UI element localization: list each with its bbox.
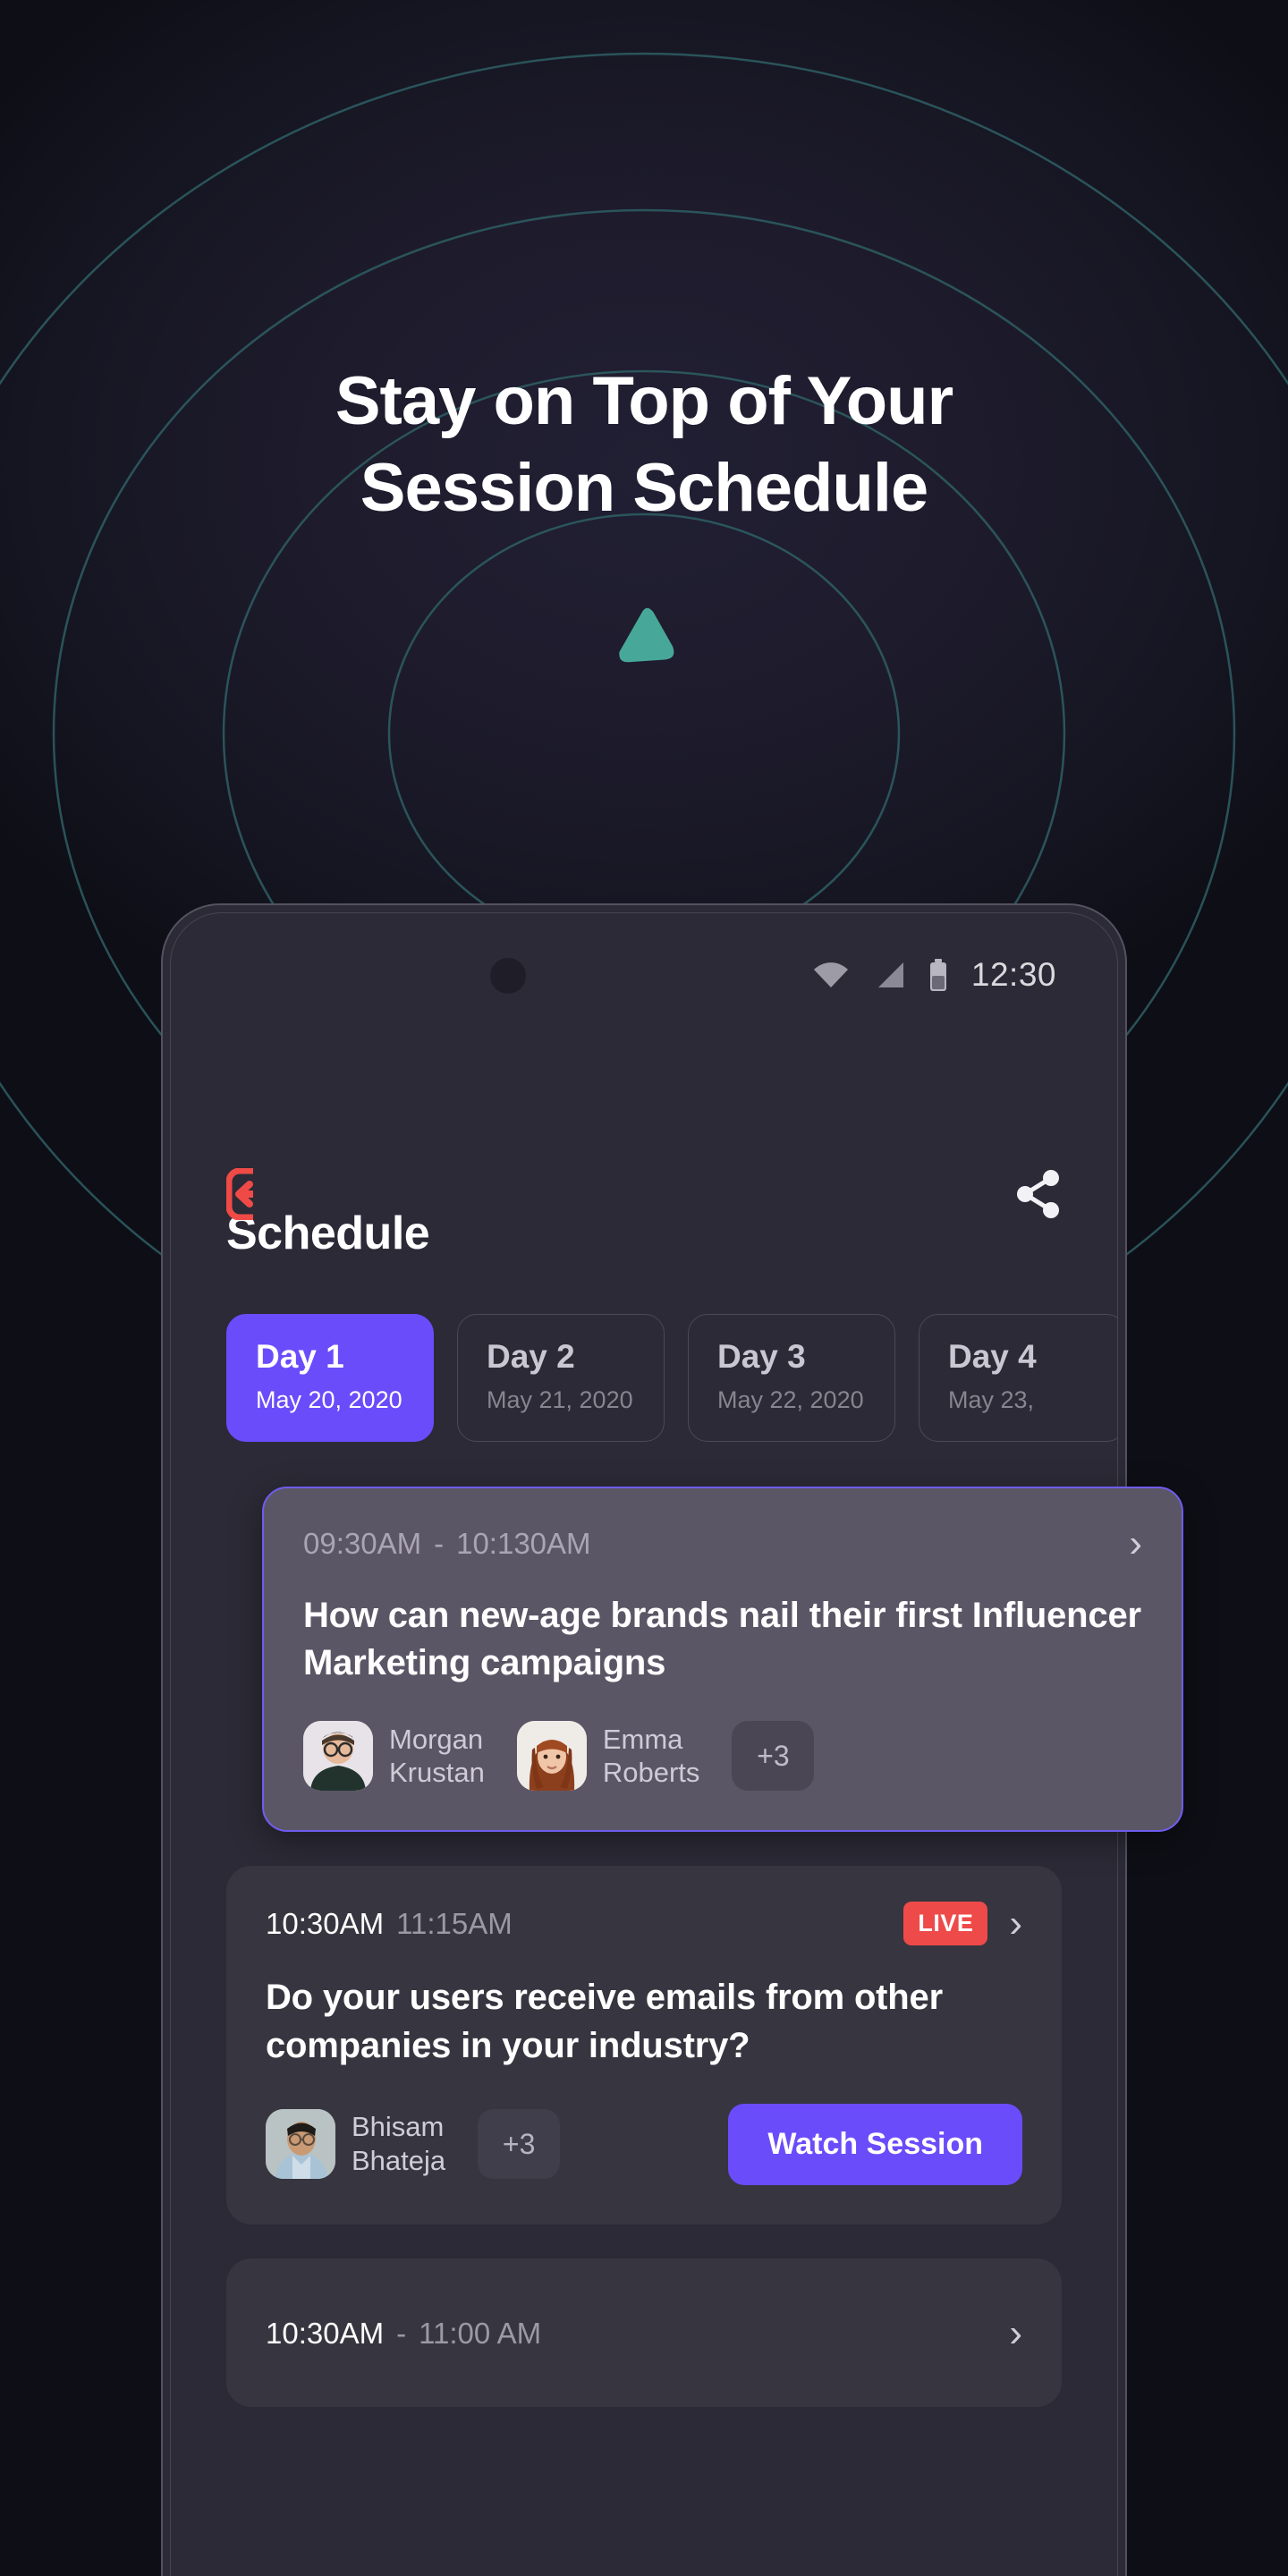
session-card-1-title: How can new-age brands nail their first …	[303, 1596, 1141, 1683]
speaker-bhisam-bhateja[interactable]: Bhisam Bhateja	[266, 2109, 446, 2180]
session-card-2-actions: LIVE ›	[903, 1902, 1022, 1946]
session-card-1-actions: ›	[1129, 1524, 1142, 1563]
session-card-1[interactable]: 09:30AM - 10:130AM › How can new-age bra…	[262, 1487, 1183, 1833]
session-card-2[interactable]: 10:30AM 11:15AM LIVE › Do your users rec…	[226, 1866, 1062, 2224]
share-icon[interactable]	[1015, 1169, 1062, 1224]
headline-line-2: Session Schedule	[360, 450, 928, 527]
chevron-right-icon[interactable]: ›	[1009, 2313, 1022, 2353]
phone-mockup: 12:30 Schedule Day 1 May 20, 2020 Day 2 …	[161, 903, 1183, 2576]
session-card-1-header: 09:30AM - 10:130AM ›	[303, 1524, 1142, 1563]
day-tab-4[interactable]: Day 4 May 23,	[919, 1314, 1117, 1442]
wifi-icon	[812, 961, 850, 989]
session-1-time-separator: -	[434, 1527, 445, 1560]
session-1-more-speakers[interactable]: +3	[732, 1721, 815, 1792]
status-bar: 12:30	[171, 944, 1117, 1006]
session-card-2-title: Do your users receive emails from other …	[266, 1978, 943, 2065]
session-card-3-actions: ›	[1009, 2313, 1022, 2353]
session-1-time-start: 09:30AM	[303, 1527, 422, 1560]
day-tab-4-date: May 23,	[948, 1386, 1035, 1413]
day-tab-2-name: Day 2	[487, 1338, 575, 1375]
session-card-2-speakers: Bhisam Bhateja +3 Watch Session	[266, 2103, 1022, 2185]
live-badge: LIVE	[903, 1902, 988, 1946]
day-tab-1-name: Day 1	[256, 1338, 344, 1375]
app-header	[171, 1167, 1117, 1224]
phone-screen: 12:30 Schedule Day 1 May 20, 2020 Day 2 …	[170, 912, 1183, 2576]
day-tabs[interactable]: Day 1 May 20, 2020 Day 2 May 21, 2020 Da…	[171, 1314, 1117, 1442]
session-2-time-end: 11:15AM	[396, 1906, 513, 1940]
session-2-more-speakers[interactable]: +3	[478, 2109, 561, 2180]
day-tab-3-date: May 22, 2020	[717, 1386, 864, 1413]
session-card-1-speakers: Morgan Krustan Emma Roberts +3	[303, 1721, 1142, 1792]
session-card-3[interactable]: 10:30AM - 11:00 AM ›	[226, 2258, 1062, 2407]
exit-icon[interactable]	[225, 1167, 274, 1224]
day-tab-3-name: Day 3	[717, 1338, 806, 1375]
session-card-3-header: 10:30AM - 11:00 AM ›	[266, 2313, 1022, 2353]
session-list: 09:30AM - 10:130AM › How can new-age bra…	[171, 1487, 1183, 2407]
session-card-2-time: 10:30AM 11:15AM	[266, 1907, 513, 1941]
day-tab-3[interactable]: Day 3 May 22, 2020	[688, 1314, 895, 1442]
speaker-name: Emma Roberts	[602, 1723, 700, 1789]
speaker-emma-roberts[interactable]: Emma Roberts	[516, 1721, 700, 1792]
chevron-right-icon[interactable]: ›	[1009, 1903, 1022, 1944]
session-card-1-time: 09:30AM - 10:130AM	[303, 1527, 591, 1561]
session-card-2-header: 10:30AM 11:15AM LIVE ›	[266, 1902, 1022, 1946]
camera-punch-hole-icon	[490, 958, 526, 994]
session-card-3-time: 10:30AM - 11:00 AM	[266, 2317, 541, 2351]
headline-line-1: Stay on Top of Your	[335, 363, 953, 439]
hero-section: Stay on Top of Your Session Schedule	[0, 0, 1288, 894]
day-tab-2[interactable]: Day 2 May 21, 2020	[457, 1314, 665, 1442]
speaker-name: Morgan Krustan	[389, 1723, 485, 1789]
session-3-time-end: 11:00 AM	[419, 2316, 542, 2350]
day-tab-1-date: May 20, 2020	[256, 1386, 402, 1413]
day-tab-4-name: Day 4	[948, 1338, 1037, 1375]
cellular-signal-icon	[873, 961, 905, 989]
speaker-morgan-krustan[interactable]: Morgan Krustan	[303, 1721, 485, 1792]
session-3-time-separator: -	[396, 2316, 407, 2350]
day-tab-2-date: May 21, 2020	[487, 1386, 633, 1413]
avatar	[516, 1721, 587, 1792]
play-triangle-icon	[619, 607, 674, 662]
chevron-right-icon[interactable]: ›	[1129, 1524, 1142, 1563]
watch-session-button[interactable]: Watch Session	[728, 2103, 1022, 2185]
session-2-time-start: 10:30AM	[266, 1906, 385, 1940]
status-bar-time: 12:30	[970, 956, 1056, 993]
hero-headline: Stay on Top of Your Session Schedule	[152, 358, 1136, 532]
battery-icon	[928, 959, 948, 991]
avatar	[266, 2109, 335, 2180]
day-tab-1[interactable]: Day 1 May 20, 2020	[226, 1314, 434, 1442]
session-3-time-start: 10:30AM	[266, 2316, 385, 2350]
app-screen-content: Schedule Day 1 May 20, 2020 Day 2 May 21…	[171, 1012, 1183, 2441]
speaker-name: Bhisam Bhateja	[352, 2111, 446, 2177]
avatar	[303, 1721, 373, 1792]
session-1-time-end: 10:130AM	[456, 1527, 591, 1560]
